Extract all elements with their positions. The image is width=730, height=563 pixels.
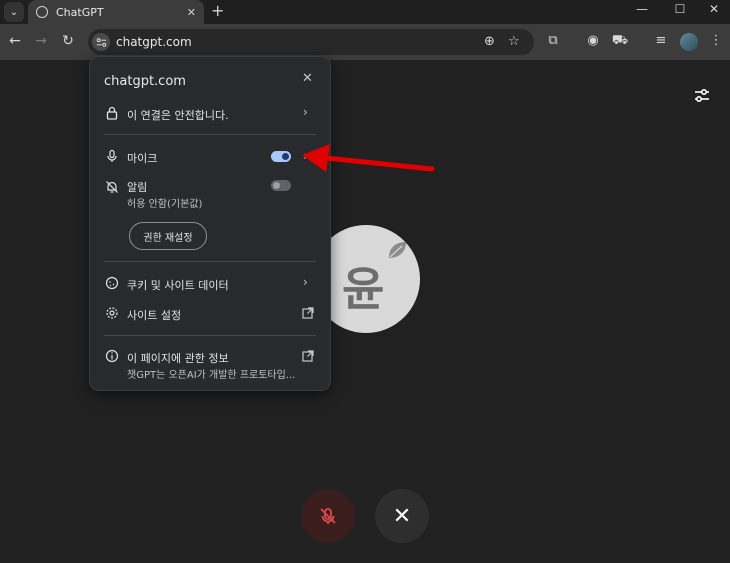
gear-icon [106,307,118,319]
toggle-knob [282,153,289,160]
bookmark-star-icon[interactable]: ☆ [508,34,520,49]
about-page-label[interactable]: 이 페이지에 관한 정보 [127,350,229,366]
maximize-button[interactable]: ☐ [670,2,690,16]
open-external-icon[interactable] [301,306,315,320]
info-icon [105,349,119,363]
cookies-label[interactable]: 쿠키 및 사이트 데이터 [127,277,229,293]
chevron-right-icon[interactable]: › [303,105,308,119]
annotation-arrow-icon [302,144,435,172]
cookie-icon [105,276,119,290]
window-close-button[interactable]: ✕ [704,2,724,16]
open-external-icon[interactable] [301,349,315,363]
site-info-button[interactable] [92,33,110,51]
screenshot-icon[interactable]: ◉ [584,33,602,48]
voice-settings-icon[interactable] [693,87,711,105]
browser-toolbar: ← → ↻ chatgpt.com ⊕ ☆ ⧉ ◉ ⛟ ≡ ⋮ [0,24,730,60]
site-settings-label[interactable]: 사이트 설정 [127,307,181,323]
screen: ⌄ ChatGPT ✕ + — ☐ ✕ ← → ↻ chatgpt.com ⊕ [0,0,730,563]
mic-off-icon [320,508,336,524]
mute-microphone-button[interactable] [301,489,355,543]
chevron-right-icon[interactable]: › [303,275,308,289]
tab-chatgpt[interactable]: ChatGPT ✕ [28,0,204,24]
connection-secure-label[interactable]: 이 연결은 안전합니다. [127,107,229,123]
zoom-icon[interactable]: ⊕ [484,34,495,49]
microphone-label: 마이크 [127,152,158,165]
microphone-icon [107,149,117,162]
divider [104,335,316,336]
tab-strip: ⌄ ChatGPT ✕ + — ☐ ✕ [0,0,730,24]
chatgpt-favicon-icon [36,6,48,18]
toggle-knob [273,182,280,189]
divider [104,261,316,262]
new-tab-button[interactable]: + [211,1,224,20]
leaf-icon [389,242,406,258]
back-button[interactable]: ← [6,33,24,49]
end-voice-button[interactable]: ✕ [375,489,429,543]
tab-search-button[interactable]: ⌄ [4,2,24,22]
minimize-button[interactable]: — [632,2,652,16]
url-text: chatgpt.com [116,35,192,49]
popup-host: chatgpt.com [104,74,186,89]
reset-permissions-button[interactable]: 권한 재설정 [129,222,207,250]
address-bar[interactable]: chatgpt.com ⊕ ☆ [88,29,534,55]
tab-title: ChatGPT [56,5,104,19]
notifications-label: 알림 [127,181,148,194]
tune-icon [96,37,106,47]
lock-icon [106,106,118,120]
reload-button[interactable]: ↻ [59,33,77,49]
about-page-description: 챗GPT는 오픈AI가 개발한 프로토타입... [127,370,296,381]
menu-icon[interactable]: ⋮ [707,33,725,48]
notifications-status: 허용 안함(기본값) [127,199,203,210]
microphone-toggle[interactable] [271,151,291,162]
extensions-icon[interactable]: ⧉ [544,33,562,48]
forward-button[interactable]: → [32,33,50,49]
profile-avatar[interactable] [680,33,698,51]
popup-close-button[interactable]: ✕ [302,71,313,86]
tab-close-button[interactable]: ✕ [187,6,196,19]
site-info-popup: chatgpt.com ✕ 이 연결은 안전합니다. › 마이크 › 알림 허용… [89,56,331,391]
notifications-off-icon [106,181,118,193]
notifications-toggle[interactable] [271,180,291,191]
avatar-glyph: 윤 [342,262,385,316]
divider [104,134,316,135]
extension-car-icon[interactable]: ⛟ [611,33,629,50]
media-controls-icon[interactable]: ≡ [652,33,670,48]
